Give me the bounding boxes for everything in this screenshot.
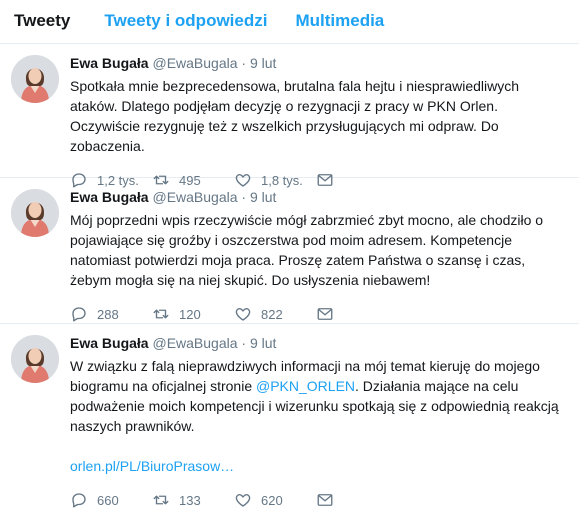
separator: · bbox=[241, 335, 247, 351]
reply-icon bbox=[72, 493, 86, 508]
direct-message-icon bbox=[317, 308, 333, 320]
direct-message-button[interactable] bbox=[316, 305, 336, 323]
tweet-text: Spotkała mnie bezprecedensowa, brutalna … bbox=[70, 78, 520, 154]
author-name[interactable]: Ewa Bugała bbox=[70, 335, 149, 351]
timestamp[interactable]: 9 lut bbox=[250, 189, 276, 205]
author-name[interactable]: Ewa Bugała bbox=[70, 189, 149, 205]
tab-media[interactable]: Multimedia bbox=[281, 0, 398, 44]
retweet-button[interactable]: 120 bbox=[152, 305, 234, 323]
like-button[interactable]: 620 bbox=[234, 491, 316, 509]
retweet-icon bbox=[153, 495, 169, 505]
reply-button[interactable]: 660 bbox=[70, 491, 152, 509]
author-handle[interactable]: @EwaBugala bbox=[152, 55, 237, 71]
like-count: 620 bbox=[261, 492, 283, 508]
mention-link[interactable]: @PKN_ORLEN bbox=[256, 378, 355, 394]
author-handle[interactable]: @EwaBugala bbox=[152, 335, 237, 351]
like-count: 822 bbox=[261, 306, 283, 322]
like-button[interactable]: 822 bbox=[234, 305, 316, 323]
tab-tweets-and-replies[interactable]: Tweety i odpowiedzi bbox=[90, 0, 281, 44]
like-icon bbox=[235, 308, 251, 321]
separator: · bbox=[241, 55, 247, 71]
tweet-header: Ewa Bugała @EwaBugala · 9 lut bbox=[70, 334, 567, 352]
tweet-text: Mój poprzedni wpis rzeczywiście mógł zab… bbox=[70, 212, 544, 288]
avatar[interactable] bbox=[11, 335, 59, 383]
direct-message-icon bbox=[317, 494, 333, 506]
tweet-actions: 660 133 620 bbox=[70, 482, 567, 510]
url-link[interactable]: orlen.pl/PL/BiuroPrasow… bbox=[70, 458, 234, 474]
retweet-icon bbox=[153, 309, 169, 319]
tweet[interactable]: Ewa Bugała @EwaBugala · 9 lut W związku … bbox=[0, 324, 579, 510]
reply-count: 288 bbox=[97, 306, 119, 322]
author-name[interactable]: Ewa Bugała bbox=[70, 55, 149, 71]
tweet[interactable]: Ewa Bugała @EwaBugala · 9 lut Mój poprze… bbox=[0, 178, 579, 324]
author-handle[interactable]: @EwaBugala bbox=[152, 189, 237, 205]
separator: · bbox=[241, 189, 247, 205]
avatar[interactable] bbox=[11, 189, 59, 237]
tab-tweets[interactable]: Tweety bbox=[0, 0, 90, 44]
reply-count: 660 bbox=[97, 492, 119, 508]
timestamp[interactable]: 9 lut bbox=[250, 55, 276, 71]
profile-tabs: Tweety Tweety i odpowiedzi Multimedia bbox=[0, 0, 579, 44]
retweet-count: 133 bbox=[179, 492, 201, 508]
avatar[interactable] bbox=[11, 55, 59, 103]
direct-message-button[interactable] bbox=[316, 491, 336, 509]
retweet-button[interactable]: 133 bbox=[152, 491, 234, 509]
reply-button[interactable]: 288 bbox=[70, 305, 152, 323]
reply-icon bbox=[72, 307, 86, 322]
tweet-text: W związku z falą nieprawdziwych informac… bbox=[70, 356, 567, 436]
retweet-count: 120 bbox=[179, 306, 201, 322]
timestamp[interactable]: 9 lut bbox=[250, 335, 276, 351]
tweet[interactable]: Ewa Bugała @EwaBugala · 9 lut Spotkała m… bbox=[0, 44, 579, 188]
tweet-header: Ewa Bugała @EwaBugala · 9 lut bbox=[70, 188, 567, 206]
tweet-header: Ewa Bugała @EwaBugala · 9 lut bbox=[70, 54, 567, 72]
like-icon bbox=[235, 494, 251, 507]
